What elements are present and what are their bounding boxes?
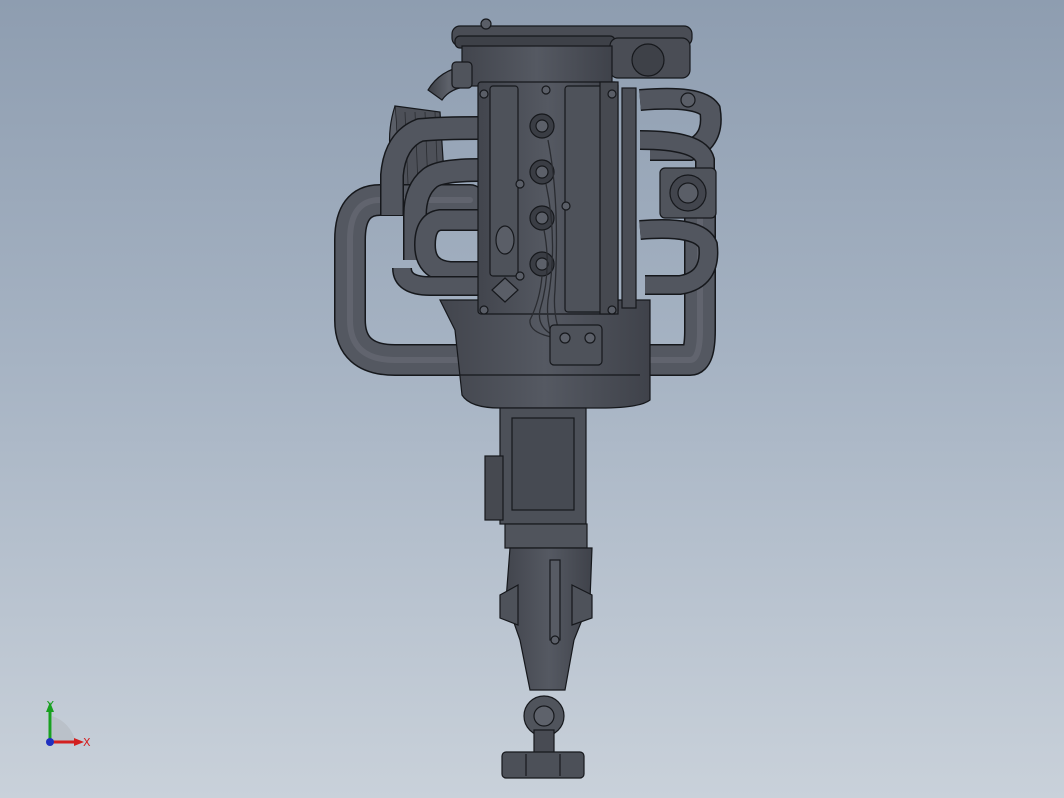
oil-pan [439,299,651,409]
coil-pack [549,324,603,366]
engine-assembly-model[interactable] [0,0,1064,798]
cylinder-head [477,81,637,315]
y-axis-label: Y [47,699,54,712]
intake-elbow [427,61,473,101]
gearbox-case [484,407,588,549]
graphics-viewport[interactable]: Y X [0,0,1064,798]
timing-belt-cover [451,18,693,87]
x-axis-label: X [83,736,91,749]
tail-housing [499,547,593,691]
coordinate-triad: Y X [38,698,108,758]
output-flange [501,695,585,779]
